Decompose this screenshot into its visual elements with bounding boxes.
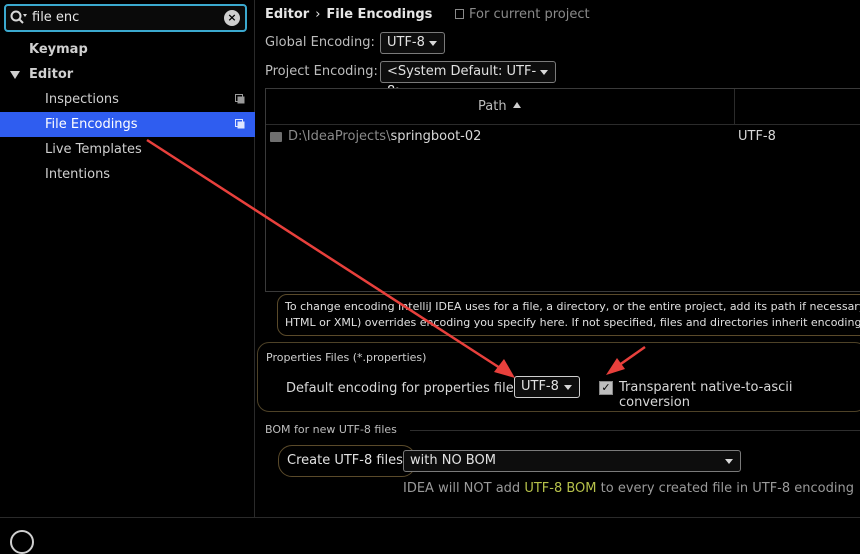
project-encoding-select[interactable]: <System Default: UTF-8>: [380, 61, 556, 99]
file-encodings-panel: Editor › File Encodings For current projec…: [255, 0, 860, 517]
row-path: D:\IdeaProjects\springboot-02: [288, 129, 482, 144]
global-encoding-value: UTF-8: [387, 35, 425, 50]
properties-encoding-value: UTF-8: [521, 379, 559, 394]
breadcrumb-current: File Encodings: [326, 7, 433, 22]
tree-item-editor[interactable]: Editor: [0, 62, 255, 87]
global-encoding-label: Global Encoding:: [265, 35, 375, 50]
native-to-ascii-label[interactable]: Transparent native-to-ascii conversion: [619, 380, 860, 410]
status-bar: [0, 517, 860, 554]
path-encoding-table[interactable]: Path D:\IdeaProjects\springboot-02 UTF-8: [265, 88, 860, 292]
separator: [410, 430, 860, 431]
tree-item-file-encodings[interactable]: File Encodings: [0, 112, 255, 137]
properties-encoding-select[interactable]: UTF-8: [514, 376, 580, 398]
search-value[interactable]: file enc: [32, 10, 79, 25]
info-text: To change encoding IntelliJ IDEA uses fo…: [277, 294, 860, 336]
help-icon[interactable]: [10, 530, 34, 554]
bom-section-title: BOM for new UTF-8 files: [265, 423, 397, 436]
column-divider[interactable]: [734, 89, 735, 125]
bom-note: IDEA will NOT add UTF-8 BOM to every cre…: [403, 481, 854, 496]
tree-item-label: Live Templates: [45, 142, 142, 157]
search-icon: [10, 10, 27, 24]
scope-label: For current project: [455, 7, 590, 22]
tree-item-label: File Encodings: [45, 117, 138, 132]
breadcrumb-separator: ›: [315, 7, 321, 22]
info-line: HTML or XML) overrides encoding you spec…: [285, 316, 860, 329]
project-scope-icon: [455, 9, 464, 19]
chevron-down-icon: [725, 459, 733, 464]
tree-item-intentions[interactable]: Intentions: [0, 162, 255, 187]
create-utf8-label: Create UTF-8 files:: [278, 445, 417, 477]
chevron-down-icon: [429, 41, 437, 46]
breadcrumb: Editor › File Encodings: [265, 7, 432, 22]
table-header: Path: [266, 89, 860, 125]
tree-item-inspections[interactable]: Inspections: [0, 87, 255, 112]
properties-files-group: Properties Files (*.properties) Default …: [257, 342, 860, 412]
row-encoding[interactable]: UTF-8: [738, 125, 776, 149]
tree-item-label: Keymap: [29, 42, 88, 57]
settings-sidebar: file enc × Keymap Editor Inspections Fil…: [0, 0, 255, 517]
breadcrumb-parent[interactable]: Editor: [265, 7, 309, 22]
properties-default-label: Default encoding for properties files:: [286, 381, 525, 396]
scope-text: For current project: [469, 7, 590, 22]
bom-highlight: UTF-8 BOM: [524, 481, 597, 496]
tree-item-label: Editor: [29, 67, 74, 82]
native-to-ascii-checkbox[interactable]: ✓: [599, 381, 613, 395]
bom-select[interactable]: with NO BOM: [403, 450, 741, 472]
chevron-down-icon: [540, 70, 548, 75]
project-encoding-label: Project Encoding:: [265, 64, 378, 79]
folder-icon: [270, 132, 282, 142]
column-header-path[interactable]: Path: [478, 99, 521, 114]
project-scope-icon: [235, 94, 245, 104]
tree-item-label: Inspections: [45, 92, 119, 107]
table-row[interactable]: D:\IdeaProjects\springboot-02 UTF-8: [266, 125, 860, 149]
info-line: To change encoding IntelliJ IDEA uses fo…: [285, 300, 860, 313]
bom-value: with NO BOM: [410, 453, 496, 468]
tree-item-live-templates[interactable]: Live Templates: [0, 137, 255, 162]
tree-item-label: Intentions: [45, 167, 111, 182]
sort-ascending-icon: [512, 102, 521, 108]
global-encoding-select[interactable]: UTF-8: [380, 32, 445, 54]
project-scope-icon: [235, 119, 245, 129]
chevron-down-icon: [564, 385, 572, 390]
expand-arrow-icon[interactable]: [10, 71, 20, 79]
settings-search-input[interactable]: file enc ×: [4, 4, 247, 32]
group-title: Properties Files (*.properties): [266, 351, 427, 364]
tree-item-keymap[interactable]: Keymap: [0, 37, 255, 62]
clear-search-icon[interactable]: ×: [224, 10, 240, 26]
